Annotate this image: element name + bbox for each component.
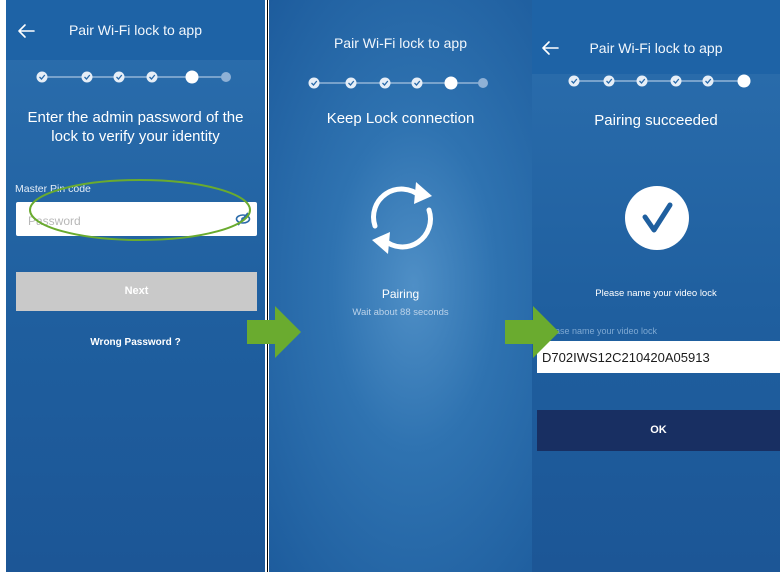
step-complete-icon <box>36 71 48 83</box>
step-complete-icon <box>411 77 423 89</box>
screen-pairing-succeeded: Pair Wi-Fi lock to app Pairing succeeded… <box>532 0 780 572</box>
step-complete-icon <box>702 75 714 87</box>
step-complete-icon <box>345 77 357 89</box>
step-complete-icon <box>308 77 320 89</box>
status-headline: Keep Lock connection <box>326 110 475 127</box>
step-complete-icon <box>379 77 391 89</box>
page-title: Pair Wi-Fi lock to app <box>333 35 468 51</box>
step-complete-icon <box>81 71 93 83</box>
success-headline: Pairing succeeded <box>594 112 718 129</box>
step-current-dot <box>185 70 199 84</box>
step-progress <box>308 76 488 90</box>
checkmark-icon <box>642 202 673 233</box>
step-complete-icon <box>603 75 615 87</box>
flow-arrow-icon <box>247 306 301 358</box>
wait-countdown: Wait about 88 seconds <box>352 307 449 318</box>
step-complete-icon <box>636 75 648 87</box>
highlight-ellipse-annotation <box>29 179 251 241</box>
header: Pair Wi-Fi lock to app <box>532 0 780 74</box>
screen-pairing: Pair Wi-Fi lock to app Keep Lock connect… <box>269 0 532 572</box>
name-prompt: Please name your video lock <box>595 288 717 299</box>
step-progress <box>36 70 231 84</box>
screen-enter-password: Pair Wi-Fi lock to app Enter the admin p… <box>6 0 265 572</box>
page-title: Pair Wi-Fi lock to app <box>68 22 203 38</box>
step-complete-icon <box>113 71 125 83</box>
lock-name-input[interactable]: D702IWS12C210420A05913 <box>537 341 780 373</box>
success-badge <box>625 186 689 250</box>
step-complete-icon <box>146 71 158 83</box>
page-title: Pair Wi-Fi lock to app <box>589 40 723 56</box>
next-button[interactable]: Next <box>16 272 257 311</box>
step-current-dot <box>737 74 751 88</box>
wrong-password-link[interactable]: Wrong Password ? <box>6 337 265 348</box>
pairing-status: Pairing <box>381 287 420 301</box>
step-complete-icon <box>670 75 682 87</box>
name-field-label: Please name your video lock <box>542 326 658 336</box>
step-pending-dot <box>221 72 231 82</box>
step-current-dot <box>444 76 458 90</box>
header: Pair Wi-Fi lock to app <box>6 0 265 60</box>
step-progress <box>568 74 751 88</box>
panel-divider-line <box>267 0 268 572</box>
step-complete-icon <box>568 75 580 87</box>
lock-name-value: D702IWS12C210420A05913 <box>542 350 710 365</box>
instruction-line-2: lock to verify your identity <box>51 128 220 145</box>
tutorial-collage: Pair Wi-Fi lock to app Enter the admin p… <box>0 0 782 572</box>
flow-arrow-icon <box>505 306 559 358</box>
instruction-line-1: Enter the admin password of the <box>27 109 244 126</box>
ok-button[interactable]: OK <box>537 410 780 451</box>
sync-icon <box>371 182 433 254</box>
step-pending-dot <box>478 78 488 88</box>
